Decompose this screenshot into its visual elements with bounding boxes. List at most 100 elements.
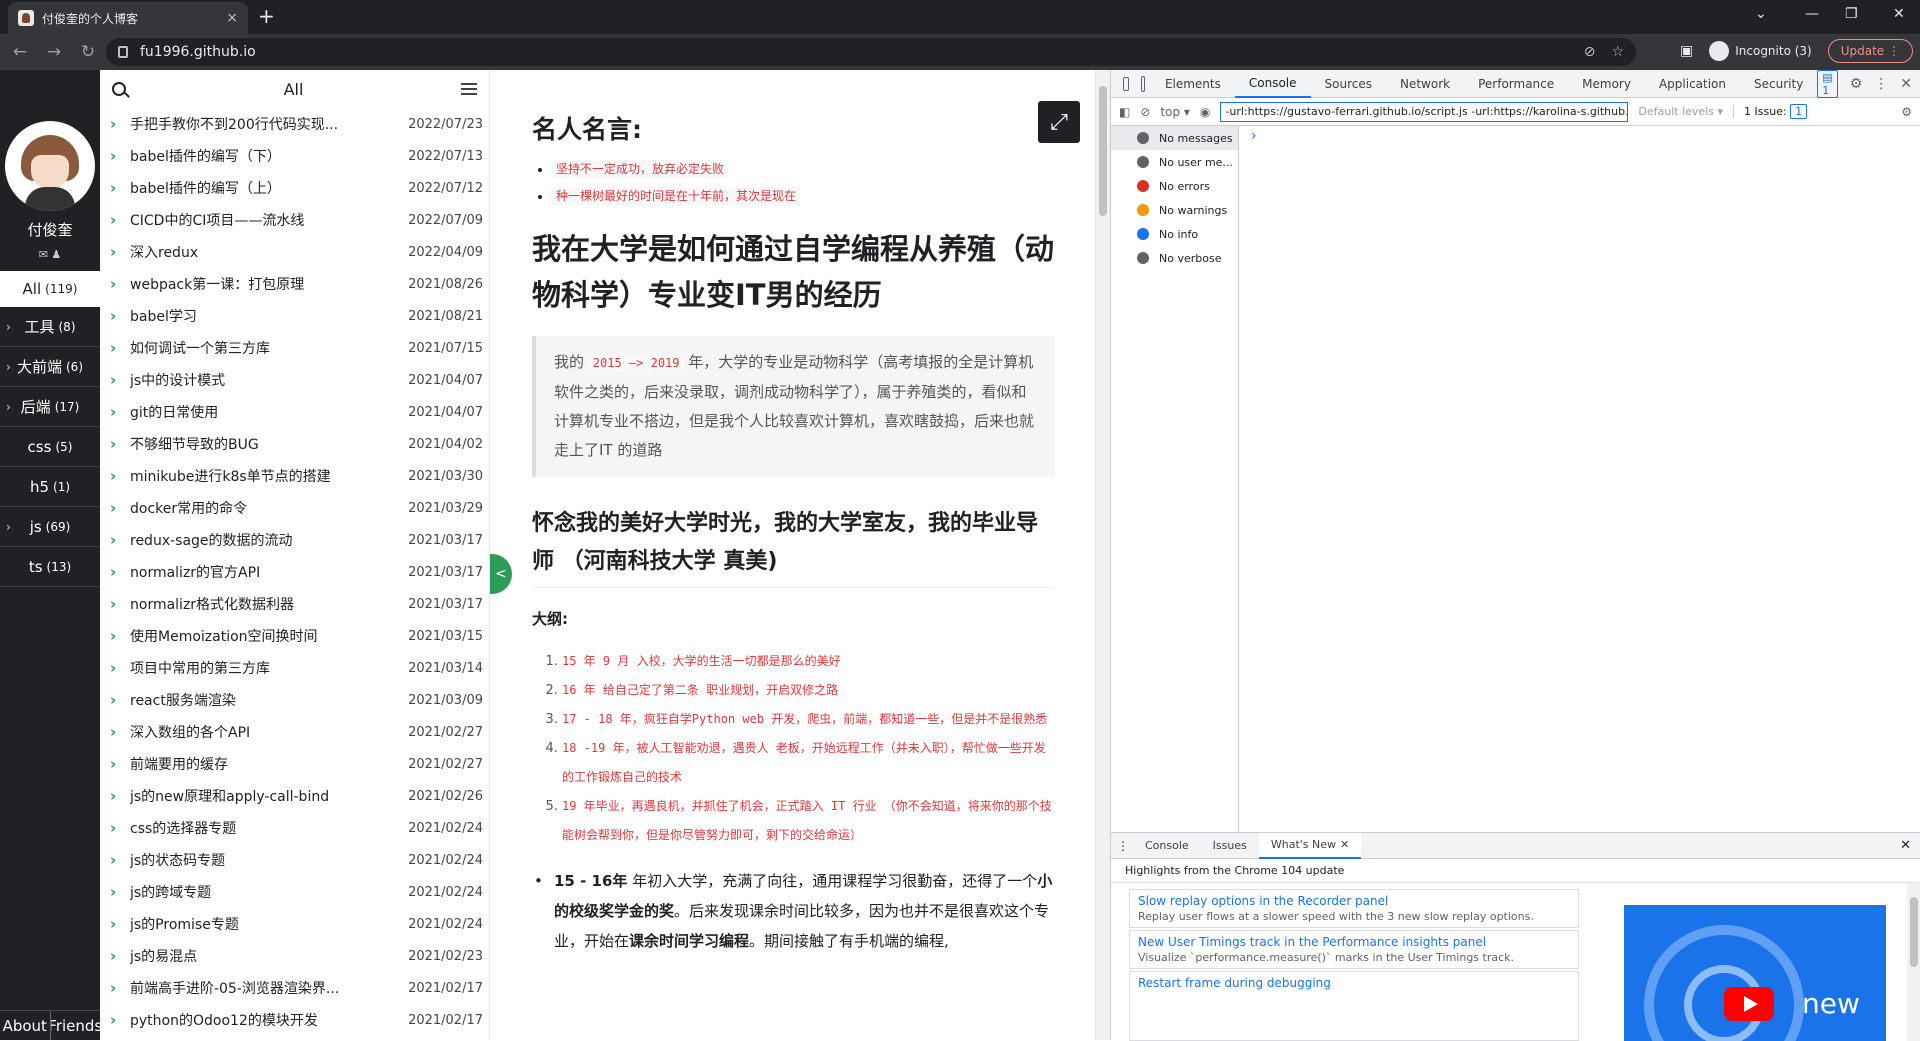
whats-new-title[interactable]: Restart frame during debugging bbox=[1138, 976, 1570, 990]
reload-icon[interactable]: ↻ bbox=[74, 42, 102, 62]
post-list-item[interactable]: › js中的设计模式 2021/04/07 bbox=[100, 364, 489, 396]
list-menu-icon[interactable] bbox=[461, 83, 477, 95]
search-icon[interactable] bbox=[112, 82, 126, 96]
console-sidebar-item[interactable]: No user me... bbox=[1111, 150, 1238, 174]
category-item[interactable]: › 大前端 (6) bbox=[0, 347, 100, 387]
post-title[interactable]: css的选择器专题 bbox=[130, 818, 403, 838]
drawer-tab[interactable]: Issues bbox=[1201, 833, 1259, 859]
post-list-item[interactable]: › 深入redux 2022/04/09 bbox=[100, 236, 489, 268]
console-sidebar-item[interactable]: No messages bbox=[1111, 126, 1238, 150]
post-title[interactable]: docker常用的命令 bbox=[130, 498, 403, 518]
post-title[interactable]: minikube进行k8s单节点的搭建 bbox=[130, 466, 403, 486]
post-title[interactable]: 前端要用的缓存 bbox=[130, 754, 403, 774]
scrollbar-thumb[interactable] bbox=[1910, 897, 1918, 967]
category-item[interactable]: ts (13) bbox=[0, 547, 100, 587]
fullscreen-toggle-icon[interactable]: ⤢ bbox=[1038, 101, 1080, 143]
devtools-tab[interactable]: Sources bbox=[1311, 70, 1386, 98]
more-options-icon[interactable]: ⋮ bbox=[1874, 76, 1888, 92]
post-list-item[interactable]: › minikube进行k8s单节点的搭建 2021/03/30 bbox=[100, 460, 489, 492]
devtools-tab[interactable]: Elements bbox=[1151, 70, 1235, 98]
post-title[interactable]: js的状态码专题 bbox=[130, 850, 403, 870]
restore-icon[interactable]: ❐ bbox=[1845, 6, 1858, 22]
post-title[interactable]: 不够细节导致的BUG bbox=[130, 434, 403, 454]
lock-icon[interactable] bbox=[118, 46, 128, 58]
whats-new-video-thumbnail[interactable]: new bbox=[1624, 905, 1886, 1041]
post-title[interactable]: 使用Memoization空间换时间 bbox=[130, 626, 403, 646]
category-item[interactable]: › js (69) bbox=[0, 507, 100, 547]
post-list-item[interactable]: › redux-sage的数据的流动 2021/03/17 bbox=[100, 524, 489, 556]
post-title[interactable]: js的跨域专题 bbox=[130, 882, 403, 902]
console-sidebar-item[interactable]: No warnings bbox=[1111, 198, 1238, 222]
log-levels-dropdown[interactable]: Default levels ▾ bbox=[1638, 105, 1723, 118]
drawer-tab[interactable]: What's New ✕ bbox=[1258, 832, 1362, 859]
close-drawer-icon[interactable]: ✕ bbox=[1900, 838, 1911, 853]
close-window-icon[interactable]: ✕ bbox=[1893, 6, 1905, 22]
whats-new-title[interactable]: Slow replay options in the Recorder pane… bbox=[1138, 894, 1570, 908]
post-title[interactable]: webpack第一课：打包原理 bbox=[130, 274, 403, 294]
category-item[interactable]: › 工具 (8) bbox=[0, 307, 100, 347]
post-list-item[interactable]: › 手把手教你不到200行代码实现... 2022/07/23 bbox=[100, 108, 489, 140]
post-title[interactable]: js的Promise专题 bbox=[130, 914, 403, 934]
post-title[interactable]: babel学习 bbox=[130, 306, 403, 326]
post-list-item[interactable]: › webpack第一课：打包原理 2021/08/26 bbox=[100, 268, 489, 300]
whats-new-card[interactable]: Restart frame during debugging bbox=[1129, 971, 1579, 1041]
back-icon[interactable]: ← bbox=[6, 42, 34, 62]
clear-console-icon[interactable]: ⊘ bbox=[1140, 105, 1150, 119]
post-list-item[interactable]: › 深入数组的各个API 2021/02/27 bbox=[100, 716, 489, 748]
devtools-tab[interactable]: Memory bbox=[1568, 70, 1645, 98]
category-all[interactable]: All (119) bbox=[0, 271, 100, 307]
post-list-item[interactable]: › babel学习 2021/08/21 bbox=[100, 300, 489, 332]
context-selector[interactable]: top ▾ bbox=[1160, 105, 1190, 119]
tab-close-icon[interactable]: × bbox=[226, 10, 238, 26]
post-title[interactable]: normalizr的官方API bbox=[130, 562, 403, 582]
console-sidebar-item[interactable]: No verbose bbox=[1111, 246, 1238, 270]
post-title[interactable]: 手把手教你不到200行代码实现... bbox=[130, 114, 403, 134]
bookmark-star-icon[interactable]: ☆ bbox=[1611, 44, 1624, 60]
tracking-protection-icon[interactable]: ⊘ bbox=[1584, 44, 1596, 60]
post-title[interactable]: js的new原理和apply-call-bind bbox=[130, 786, 403, 806]
post-list-item[interactable]: › normalizr的官方API 2021/03/17 bbox=[100, 556, 489, 588]
post-list-item[interactable]: › docker常用的命令 2021/03/29 bbox=[100, 492, 489, 524]
inspect-element-icon[interactable] bbox=[1123, 76, 1129, 91]
drawer-scrollbar[interactable] bbox=[1907, 883, 1920, 1041]
category-item[interactable]: h5 (1) bbox=[0, 467, 100, 507]
console-settings-icon[interactable]: ⚙ bbox=[1901, 105, 1912, 119]
qq-icon[interactable]: ♟ bbox=[51, 248, 61, 261]
forward-icon[interactable]: → bbox=[40, 42, 68, 62]
issues-badge[interactable]: ▤ 1 bbox=[1817, 69, 1838, 98]
post-list-item[interactable]: › js的Promise专题 2021/02/24 bbox=[100, 908, 489, 940]
post-title[interactable]: normalizr格式化数据利器 bbox=[130, 594, 403, 614]
about-link[interactable]: About bbox=[0, 1011, 50, 1040]
post-list-item[interactable]: › react服务端渲染 2021/03/09 bbox=[100, 684, 489, 716]
post-title[interactable]: CICD中的CI项目——流水线 bbox=[130, 210, 403, 230]
settings-gear-icon[interactable]: ⚙ bbox=[1850, 76, 1863, 92]
console-sidebar-item[interactable]: No errors bbox=[1111, 174, 1238, 198]
post-list-item[interactable]: › 前端要用的缓存 2021/02/27 bbox=[100, 748, 489, 780]
post-list-item[interactable]: › js的易混点 2021/02/23 bbox=[100, 940, 489, 972]
page-scrollbar[interactable] bbox=[1095, 70, 1110, 1040]
category-item[interactable]: › 后端 (17) bbox=[0, 387, 100, 427]
post-title[interactable]: 前端高手进阶-05-浏览器渲染界... bbox=[130, 978, 403, 998]
devtools-tab[interactable]: Security bbox=[1740, 70, 1817, 98]
category-item[interactable]: css (5) bbox=[0, 427, 100, 467]
close-tab-icon[interactable]: ✕ bbox=[1340, 838, 1349, 851]
whats-new-card[interactable]: New User Timings track in the Performanc… bbox=[1129, 930, 1579, 969]
devtools-tab[interactable]: Network bbox=[1386, 70, 1464, 98]
scrollbar-thumb[interactable] bbox=[1099, 86, 1107, 216]
post-title[interactable]: babel插件的编写（下） bbox=[130, 146, 403, 166]
post-list-item[interactable]: › css的选择器专题 2021/02/24 bbox=[100, 812, 489, 844]
post-title[interactable]: git的日常使用 bbox=[130, 402, 403, 422]
whats-new-card[interactable]: Slow replay options in the Recorder pane… bbox=[1129, 889, 1579, 928]
issues-counter[interactable]: 1 Issue: 1 bbox=[1733, 104, 1808, 119]
post-list-item[interactable]: › 使用Memoization空间换时间 2021/03/15 bbox=[100, 620, 489, 652]
post-list-item[interactable]: › js的new原理和apply-call-bind 2021/02/26 bbox=[100, 780, 489, 812]
console-sidebar-item[interactable]: No info bbox=[1111, 222, 1238, 246]
update-button[interactable]: Update ⋮ bbox=[1827, 39, 1914, 63]
post-title[interactable]: js中的设计模式 bbox=[130, 370, 403, 390]
incognito-profile[interactable]: Incognito (3) bbox=[1709, 41, 1812, 61]
whats-new-title[interactable]: New User Timings track in the Performanc… bbox=[1138, 935, 1570, 949]
post-list-item[interactable]: › js的状态码专题 2021/02/24 bbox=[100, 844, 489, 876]
post-list-item[interactable]: › babel插件的编写（上） 2022/07/12 bbox=[100, 172, 489, 204]
post-title[interactable]: react服务端渲染 bbox=[130, 690, 403, 710]
post-title[interactable]: redux-sage的数据的流动 bbox=[130, 530, 403, 550]
